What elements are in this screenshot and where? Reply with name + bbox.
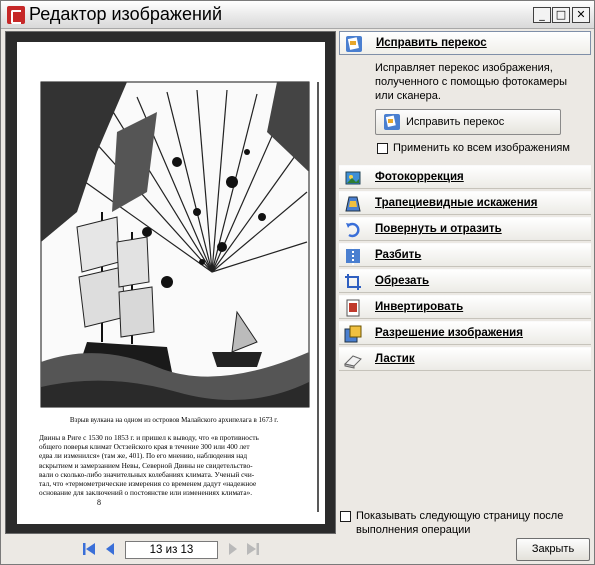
- fix-skew-button[interactable]: Исправить перекос: [375, 109, 561, 135]
- page-body-text: Двины в Риге с 1530 по 1853 г. и пришел …: [39, 433, 311, 497]
- section-eraser[interactable]: Ластик: [339, 347, 591, 371]
- rotate-flip-icon: [346, 222, 360, 238]
- image-preview-area[interactable]: Взрыв вулкана на одном из островов Малай…: [5, 31, 336, 534]
- close-button[interactable]: Закрыть: [516, 538, 590, 561]
- section-split[interactable]: Разбить: [339, 243, 591, 267]
- page-number: 8: [97, 498, 101, 507]
- apply-to-all-checkbox[interactable]: [377, 143, 388, 154]
- body-line: вали о сколько-либо значительных колебан…: [39, 469, 255, 479]
- last-page-icon[interactable]: [245, 541, 261, 557]
- section-rotate-flip[interactable]: Повернуть и отразить: [339, 217, 591, 241]
- invert-icon: [346, 299, 360, 317]
- eraser-icon: [344, 355, 362, 369]
- section-trapezoid[interactable]: Трапециевидные искажения: [339, 191, 591, 215]
- section-label: Разрешение изображения: [375, 327, 523, 339]
- section-label: Трапециевидные искажения: [375, 197, 538, 209]
- section-label: Инвертировать: [375, 301, 464, 313]
- section-label: Исправить перекос: [376, 37, 487, 49]
- section-resolution[interactable]: Разрешение изображения: [339, 321, 591, 345]
- body-line: основание для заключений о постоянстве и…: [39, 488, 253, 498]
- deskew-icon: [346, 36, 362, 52]
- page-indicator-field[interactable]: 13 из 13: [125, 541, 218, 559]
- show-next-page-label-line1: Показывать следующую страницу после: [356, 510, 564, 522]
- section-label: Ластик: [375, 353, 415, 365]
- minimize-button[interactable]: _: [533, 7, 551, 23]
- show-next-page-label-line2: выполнения операции: [356, 524, 471, 536]
- first-page-icon[interactable]: [81, 541, 97, 557]
- section-deskew[interactable]: Исправить перекос: [339, 31, 591, 55]
- split-icon: [346, 247, 360, 265]
- section-crop[interactable]: Обрезать: [339, 269, 591, 293]
- image-editor-window: Редактор изображений _ □ ✕ Взрыв вулкана…: [0, 0, 595, 565]
- close-window-button[interactable]: ✕: [572, 7, 590, 23]
- resolution-icon: [344, 325, 362, 343]
- body-line: общего поверья климат Остзейского края в…: [39, 442, 250, 452]
- section-label: Повернуть и отразить: [375, 223, 502, 235]
- photo-correction-icon: [345, 171, 361, 185]
- page-image: Взрыв вулкана на одном из островов Малай…: [17, 42, 325, 524]
- section-photo-correction[interactable]: Фотокоррекция: [339, 165, 591, 189]
- section-label: Разбить: [375, 249, 422, 261]
- show-next-page-checkbox[interactable]: [340, 511, 351, 522]
- title-bar: Редактор изображений _ □ ✕: [1, 1, 594, 29]
- section-label: Фотокоррекция: [375, 171, 464, 183]
- deskew-icon: [384, 114, 400, 130]
- section-invert[interactable]: Инвертировать: [339, 295, 591, 319]
- next-page-icon[interactable]: [225, 541, 241, 557]
- apply-to-all-label: Применить ко всем изображениям: [393, 142, 570, 154]
- trapezoid-distortion-icon: [345, 196, 361, 212]
- crop-icon: [345, 274, 361, 290]
- section-label: Обрезать: [375, 275, 430, 287]
- body-line: вскрытием и замерзанием Невы, Северной Д…: [39, 460, 253, 470]
- fix-skew-button-label: Исправить перекос: [406, 116, 505, 128]
- previous-page-icon[interactable]: [102, 541, 118, 557]
- app-icon: [7, 6, 25, 24]
- body-line: едва ли изменился» (там же, 401). По его…: [39, 451, 248, 461]
- body-line: тал, что «термометрические измерения со …: [39, 479, 257, 489]
- maximize-button[interactable]: □: [552, 7, 570, 23]
- window-title: Редактор изображений: [29, 4, 223, 24]
- illustration-caption: Взрыв вулкана на одном из островов Малай…: [69, 416, 279, 424]
- tools-panel: Исправить перекос Исправляет перекос изо…: [338, 31, 592, 536]
- body-line: Двины в Риге с 1530 по 1853 г. и пришел …: [39, 433, 259, 442]
- deskew-description: Исправляет перекос изображения, полученн…: [375, 62, 568, 102]
